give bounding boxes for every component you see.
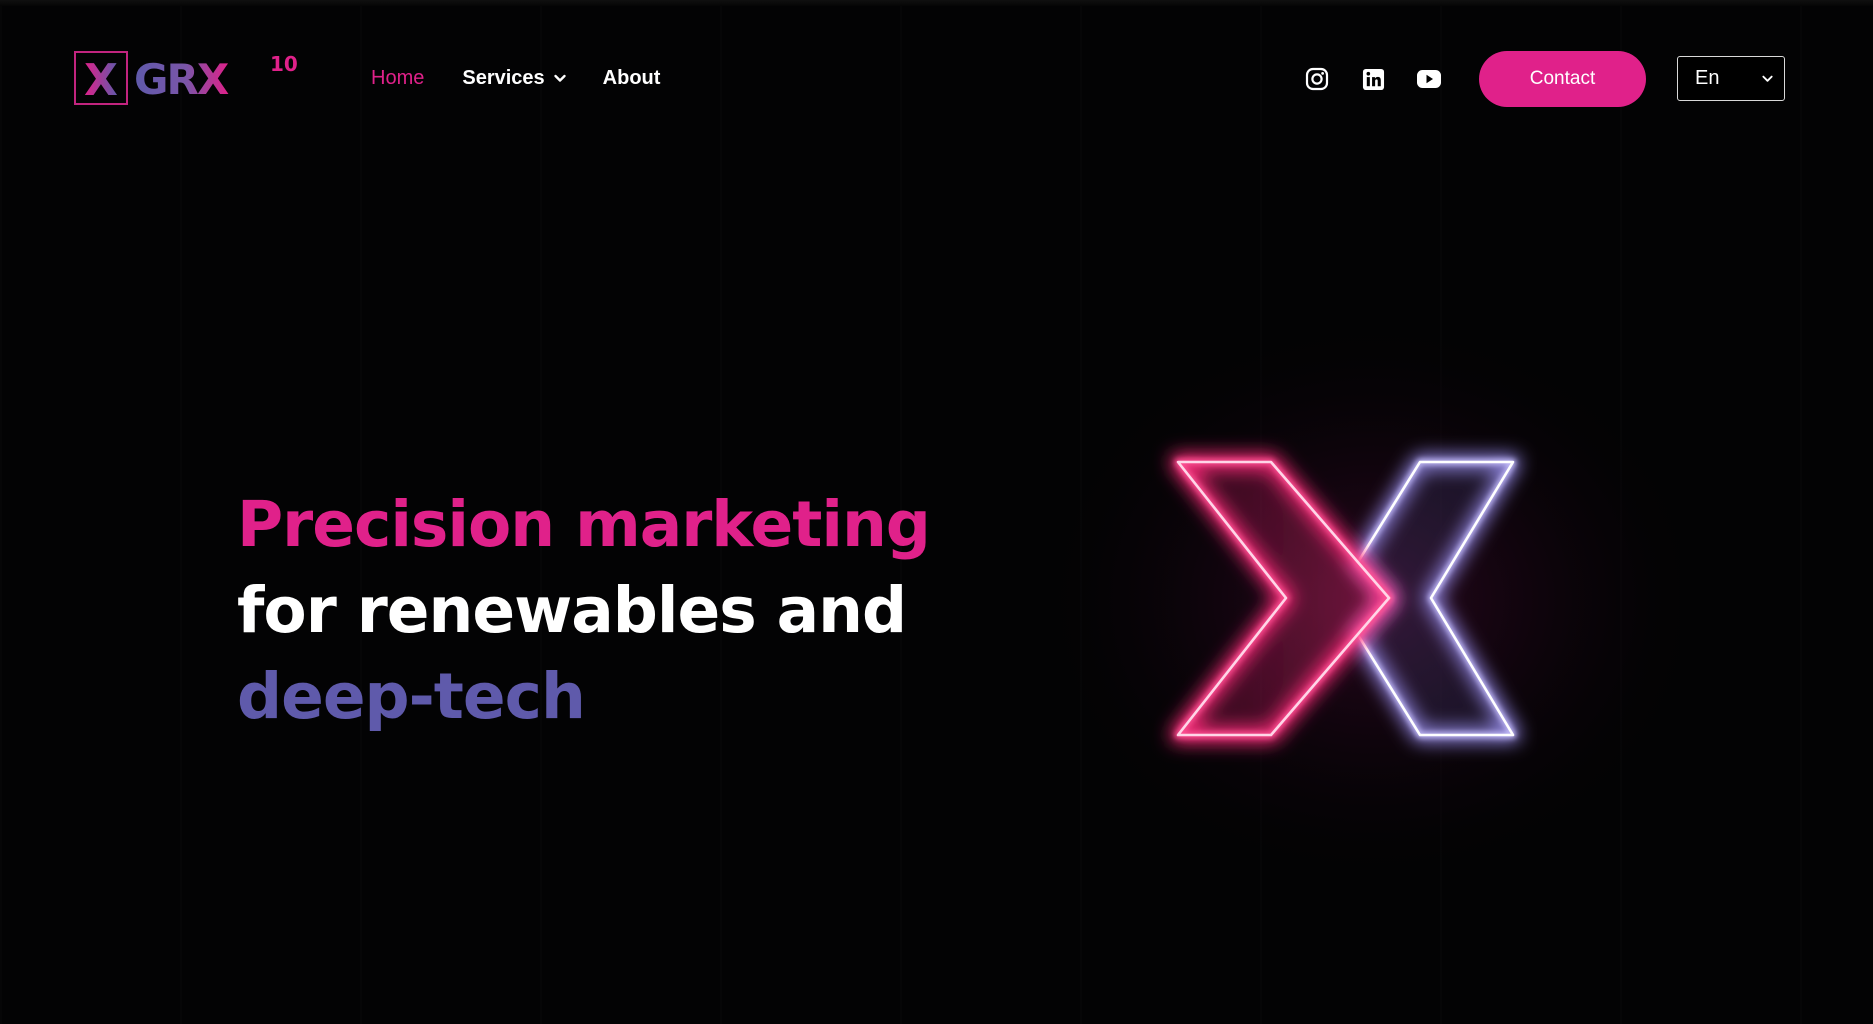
nav-services-label: Services xyxy=(462,67,545,89)
page: X GRX 10 Home Services About Contact En … xyxy=(0,0,1873,1024)
main-nav: Home Services About xyxy=(371,64,660,92)
brand-logo[interactable]: X GRX 10 xyxy=(74,50,300,108)
hero-line-3: deep-tech xyxy=(237,660,586,733)
language-select[interactable]: En xyxy=(1677,56,1785,101)
logo-text: GRX xyxy=(134,55,229,104)
instagram-icon xyxy=(1305,67,1329,91)
neon-x-graphic xyxy=(1040,330,1680,870)
nav-about[interactable]: About xyxy=(603,64,661,92)
language-selected: En xyxy=(1695,67,1720,89)
contact-button[interactable]: Contact xyxy=(1479,51,1646,107)
logo-superscript: 10 xyxy=(270,52,298,76)
hero-headline: Precision marketing for renewables and d… xyxy=(237,482,997,740)
nav-services[interactable]: Services xyxy=(462,64,566,92)
chevron-down-icon xyxy=(1762,75,1773,82)
site-header: X GRX 10 Home Services About Contact En xyxy=(0,0,1873,160)
logo-mark: X xyxy=(84,55,118,106)
youtube-icon xyxy=(1417,70,1441,88)
nav-home[interactable]: Home xyxy=(371,64,424,92)
instagram-link[interactable] xyxy=(1302,64,1332,94)
linkedin-link[interactable] xyxy=(1358,64,1388,94)
linkedin-icon xyxy=(1362,68,1384,90)
youtube-link[interactable] xyxy=(1414,64,1444,94)
hero-line-2: for renewables and xyxy=(237,574,907,647)
chevron-down-icon xyxy=(553,74,566,82)
hero-line-1: Precision marketing xyxy=(237,488,931,561)
